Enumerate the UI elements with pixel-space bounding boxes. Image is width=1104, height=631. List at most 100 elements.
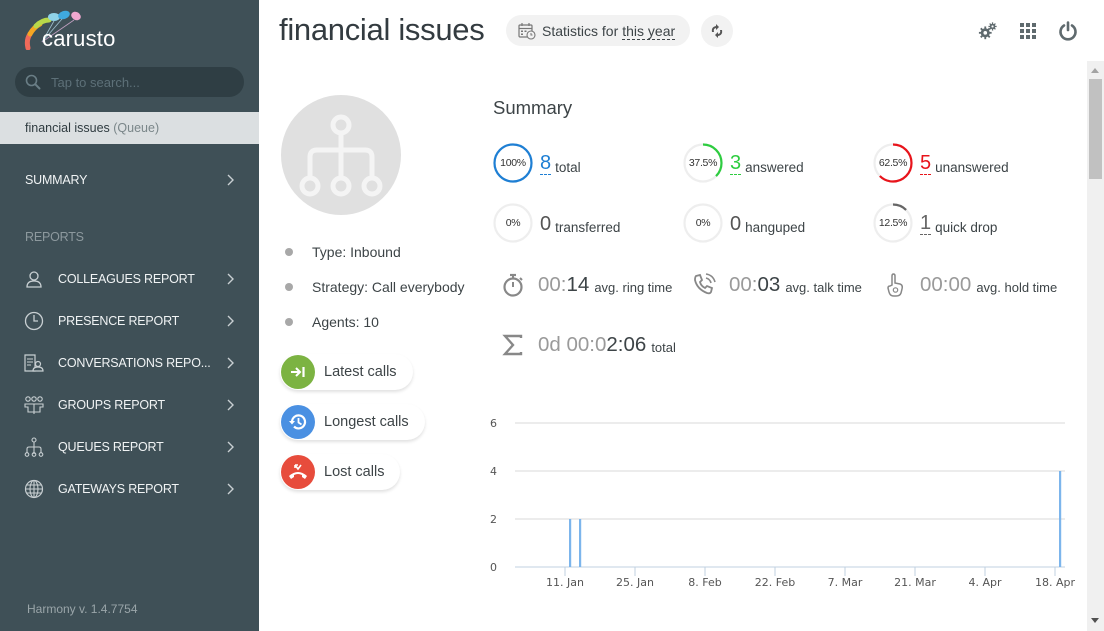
progress-ring: 37.5% <box>683 143 723 183</box>
chevron-right-icon <box>227 483 234 495</box>
history-icon <box>281 405 315 439</box>
bullet-icon <box>285 283 293 291</box>
sidebar-item-conversations-report[interactable]: CONVERSATIONS REPO... <box>0 343 259 383</box>
longest-calls-button[interactable]: Longest calls <box>280 404 425 440</box>
sidebar: carusto financial issues (Queue) SUMMARY… <box>0 0 259 631</box>
x-tick-label: 8. Feb <box>688 576 721 589</box>
chevron-right-icon <box>227 273 234 285</box>
total-time-value: 0d 00:02:06 <box>538 333 646 357</box>
logout-button[interactable] <box>1058 21 1078 41</box>
progress-ring: 0% <box>683 203 723 243</box>
bullet-icon <box>285 248 293 256</box>
longest-calls-label: Longest calls <box>324 414 409 430</box>
carusto-logo[interactable]: carusto <box>22 10 142 52</box>
scroll-up-arrow-icon[interactable] <box>1091 68 1099 73</box>
conversation-report-icon <box>24 353 44 373</box>
y-tick-label: 0 <box>490 561 497 574</box>
stat-unanswered: 62.5% 5 unanswered <box>873 143 1009 183</box>
sidebar-item-label: GROUPS REPORT <box>58 398 165 412</box>
x-tick-label: 7. Mar <box>828 576 863 589</box>
sidebar-item-queues-report[interactable]: QUEUES REPORT <box>0 427 259 467</box>
total-time-label: total <box>651 340 676 355</box>
app-version: Harmony v. 1.4.7754 <box>27 602 138 616</box>
clock-icon <box>24 311 44 331</box>
chevron-right-icon <box>227 357 234 369</box>
sidebar-item-colleagues-report[interactable]: COLLEAGUES REPORT <box>0 259 259 299</box>
latest-calls-button[interactable]: Latest calls <box>280 354 413 390</box>
sidebar-item-label: COLLEAGUES REPORT <box>58 272 195 286</box>
time-dim: 0d 00:0 <box>538 333 607 356</box>
stat-value: 0 <box>540 212 552 235</box>
avg-ring-time-label: avg. ring time <box>594 280 673 295</box>
chevron-right-icon <box>227 174 234 186</box>
stat-value[interactable]: 8 <box>540 153 552 175</box>
refresh-icon <box>711 24 723 38</box>
stat-label: hanguped <box>745 219 806 235</box>
avg-hold-time-label: avg. hold time <box>976 280 1058 295</box>
stat-total: 100% 8 total <box>493 143 581 183</box>
ring-percent: 12.5% <box>878 217 908 229</box>
scroll-thumb[interactable] <box>1089 79 1102 179</box>
stat-value[interactable]: 1 <box>920 213 932 235</box>
time-dim: 00: <box>729 273 758 296</box>
bullet-icon <box>285 318 293 326</box>
group-icon <box>24 395 44 415</box>
scroll-down-arrow-icon[interactable] <box>1091 618 1099 623</box>
lost-calls-label: Lost calls <box>324 464 385 480</box>
gears-icon <box>978 22 997 40</box>
page-title: financial issues <box>279 12 485 47</box>
stat-value: 0 <box>730 212 742 235</box>
sidebar-item-label: QUEUES REPORT <box>58 440 164 454</box>
current-queue-type: (Queue) <box>113 121 160 135</box>
time-dim: 00:00 <box>920 273 972 296</box>
missed-call-icon <box>281 455 315 489</box>
sidebar-item-presence-report[interactable]: PRESENCE REPORT <box>0 301 259 341</box>
sidebar-item-gateways-report[interactable]: GATEWAYS REPORT <box>0 469 259 509</box>
stat-transferred: 0% 0 transferred <box>493 203 620 243</box>
sidebar-item-groups-report[interactable]: GROUPS REPORT <box>0 385 259 425</box>
ring-percent: 0% <box>505 217 521 229</box>
queue-type: Type: Inbound <box>285 242 465 277</box>
settings-button[interactable] <box>978 21 998 41</box>
search-box[interactable] <box>15 67 244 97</box>
avg-ring-time-value: 00:14 <box>538 273 589 297</box>
refresh-button[interactable] <box>701 15 733 47</box>
queue-info-list: Type: Inbound Strategy: Call everybody A… <box>285 242 465 347</box>
x-tick-label: 21. Mar <box>894 576 936 589</box>
apps-grid-icon <box>1020 23 1036 39</box>
avg-hold-time: 00:00 avg. hold time <box>882 270 1057 300</box>
chevron-right-icon <box>227 315 234 327</box>
current-queue-item[interactable]: financial issues (Queue) <box>0 112 259 144</box>
time-strong: 03 <box>757 273 781 296</box>
chart-bar[interactable] <box>579 519 582 567</box>
stat-quick-drop: 12.5% 1 quick drop <box>873 203 997 243</box>
sidebar-item-summary[interactable]: SUMMARY <box>0 160 259 200</box>
statistics-period[interactable]: this year <box>622 22 676 40</box>
scrollbar[interactable] <box>1087 61 1104 631</box>
stat-value[interactable]: 5 <box>920 153 932 175</box>
logo-text: carusto <box>42 26 116 51</box>
y-tick-label: 6 <box>490 417 497 430</box>
search-icon <box>25 74 41 90</box>
progress-ring: 0% <box>493 203 533 243</box>
stat-hanguped: 0% 0 hanguped <box>683 203 805 243</box>
chevron-right-icon <box>227 441 234 453</box>
power-icon <box>1059 21 1077 41</box>
lost-calls-button[interactable]: Lost calls <box>280 454 401 490</box>
statistics-period-selector[interactable]: Statistics for this year <box>506 15 690 46</box>
chart-bar[interactable] <box>1059 471 1062 567</box>
search-input[interactable] <box>51 67 236 97</box>
queue-type-text: Type: Inbound <box>312 244 401 260</box>
stat-label: unanswered <box>935 159 1009 175</box>
stat-value[interactable]: 3 <box>730 153 742 175</box>
ring-percent: 100% <box>500 157 526 169</box>
apps-grid-button[interactable] <box>1018 21 1038 41</box>
avg-talk-time-label: avg. talk time <box>785 280 862 295</box>
chart-bar[interactable] <box>569 519 572 567</box>
person-icon <box>24 269 44 289</box>
sidebar-item-label: SUMMARY <box>25 173 88 187</box>
queue-strategy-text: Strategy: Call everybody <box>312 279 465 295</box>
sigma-icon <box>500 332 526 358</box>
stat-label: quick drop <box>935 219 998 235</box>
y-tick-label: 2 <box>490 513 497 526</box>
